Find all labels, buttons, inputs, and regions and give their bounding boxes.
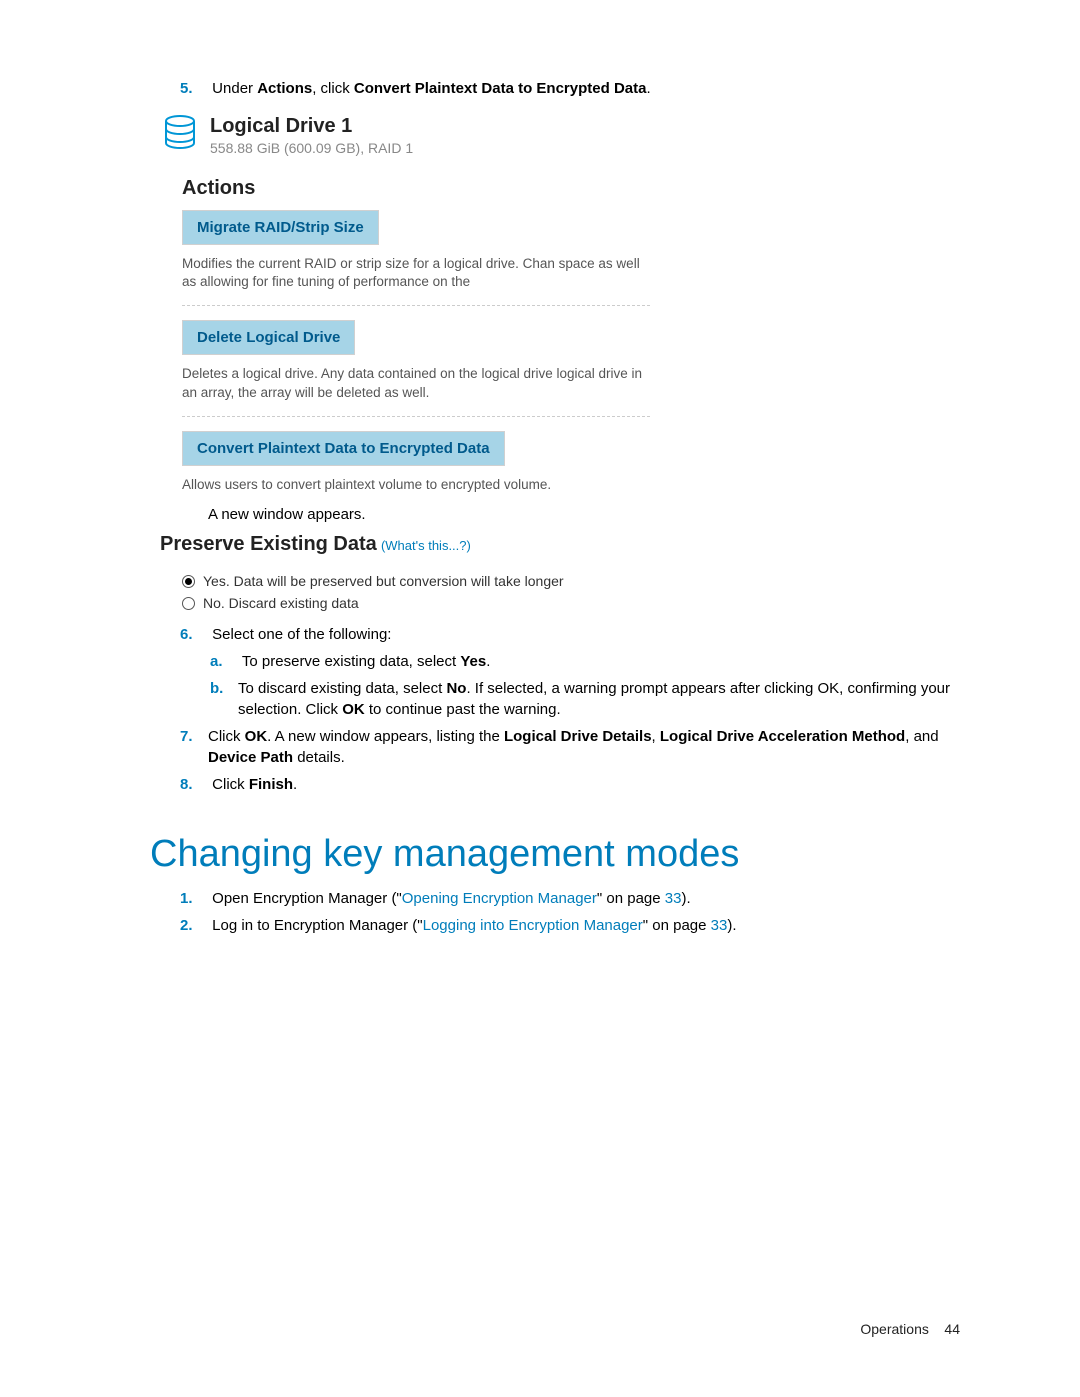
step-text: Open Encryption Manager ("Opening Encryp… — [212, 890, 690, 907]
step-text: Log in to Encryption Manager ("Logging i… — [212, 917, 736, 934]
convert-description: Allows users to convert plaintext volume… — [182, 472, 650, 496]
step-text: Click Finish. — [212, 776, 297, 793]
radio-selected-icon — [182, 575, 195, 588]
step-text: Under Actions, click Convert Plaintext D… — [212, 80, 650, 97]
step-6b: b. To discard existing data, select No. … — [150, 678, 960, 720]
radio-unselected-icon — [182, 597, 195, 610]
preserve-heading-row: Preserve Existing Data (What's this...?) — [160, 533, 650, 556]
footer-section: Operations — [860, 1321, 928, 1337]
step-5-after: A new window appears. — [150, 504, 960, 525]
drive-stack-icon — [160, 113, 200, 157]
separator — [182, 305, 650, 306]
substep-letter: b. — [210, 678, 238, 720]
step-number: 8. — [180, 774, 208, 795]
migrate-description: Modifies the current RAID or strip size … — [182, 251, 650, 293]
migrate-raid-button[interactable]: Migrate RAID/Strip Size — [182, 210, 379, 245]
preserve-option-no[interactable]: No. Discard existing data — [160, 592, 650, 614]
delete-description: Deletes a logical drive. Any data contai… — [182, 361, 650, 403]
convert-plaintext-button[interactable]: Convert Plaintext Data to Encrypted Data — [182, 431, 505, 466]
ckm-step-2: 2. Log in to Encryption Manager ("Loggin… — [150, 915, 960, 936]
delete-logical-drive-button[interactable]: Delete Logical Drive — [182, 320, 355, 355]
ckm-step-1: 1. Open Encryption Manager ("Opening Enc… — [150, 888, 960, 909]
option-yes-label: Yes. Data will be preserved but conversi… — [203, 573, 564, 589]
footer-page-number: 44 — [944, 1321, 960, 1337]
step-text: Click OK. A new window appears, listing … — [208, 726, 960, 768]
step-7: 7. Click OK. A new window appears, listi… — [150, 726, 960, 768]
step-text: To preserve existing data, select Yes. — [242, 653, 491, 670]
drive-header: Logical Drive 1 558.88 GiB (600.09 GB), … — [160, 109, 650, 163]
action-delete: Delete Logical Drive Deletes a logical d… — [160, 320, 650, 416]
preserve-option-yes[interactable]: Yes. Data will be preserved but conversi… — [160, 570, 650, 592]
separator — [182, 416, 650, 417]
drive-subtitle: 558.88 GiB (600.09 GB), RAID 1 — [210, 140, 413, 156]
page-footer: Operations 44 — [860, 1321, 960, 1337]
drive-title: Logical Drive 1 — [210, 115, 413, 138]
step-text: Select one of the following: — [212, 626, 391, 643]
step-8: 8. Click Finish. — [150, 774, 960, 795]
actions-heading: Actions — [160, 163, 650, 210]
page-ref-link[interactable]: 33 — [665, 890, 682, 907]
screenshot-actions-panel: Logical Drive 1 558.88 GiB (600.09 GB), … — [160, 109, 650, 496]
substep-letter: a. — [210, 651, 238, 672]
opening-encryption-manager-link[interactable]: Opening Encryption Manager — [402, 890, 597, 907]
step-text: To discard existing data, select No. If … — [238, 678, 960, 720]
page-ref-link[interactable]: 33 — [711, 917, 728, 934]
option-no-label: No. Discard existing data — [203, 595, 359, 611]
step-number: 1. — [180, 888, 208, 909]
action-migrate: Migrate RAID/Strip Size Modifies the cur… — [160, 210, 650, 306]
page: 5. Under Actions, click Convert Plaintex… — [0, 0, 1080, 1397]
step-number: 6. — [180, 624, 208, 645]
step-5: 5. Under Actions, click Convert Plaintex… — [150, 78, 960, 99]
screenshot-preserve-data: Preserve Existing Data (What's this...?)… — [160, 533, 650, 614]
drive-text: Logical Drive 1 558.88 GiB (600.09 GB), … — [210, 115, 413, 156]
logging-into-encryption-manager-link[interactable]: Logging into Encryption Manager — [423, 917, 643, 934]
step-6a: a. To preserve existing data, select Yes… — [150, 651, 960, 672]
action-convert: Convert Plaintext Data to Encrypted Data… — [160, 431, 650, 496]
preserve-heading: Preserve Existing Data — [160, 533, 377, 555]
step-number: 5. — [180, 78, 208, 99]
step-number: 2. — [180, 915, 208, 936]
step-number: 7. — [180, 726, 208, 768]
step-6: 6. Select one of the following: — [150, 624, 960, 645]
section-heading: Changing key management modes — [150, 833, 960, 876]
whats-this-link[interactable]: (What's this...?) — [381, 538, 471, 553]
